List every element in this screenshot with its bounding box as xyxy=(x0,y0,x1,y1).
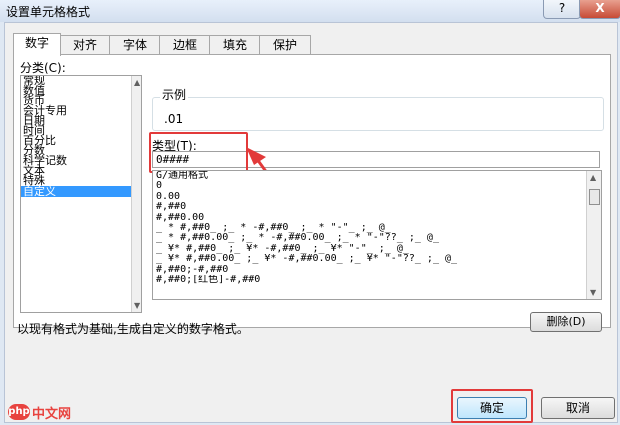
tab-fill[interactable]: 填充 xyxy=(209,35,261,55)
tab-font[interactable]: 字体 xyxy=(109,35,161,55)
description-text: 以现有格式为基础,生成自定义的数字格式。 xyxy=(17,322,249,336)
format-item[interactable]: #,##0;[红色]-#,##0 xyxy=(153,275,601,285)
scroll-down-icon[interactable]: ▼ xyxy=(590,288,596,297)
category-label: 分类(C): xyxy=(20,61,66,75)
scroll-down-icon[interactable]: ▼ xyxy=(134,301,140,310)
scroll-up-icon[interactable]: ▲ xyxy=(134,78,140,87)
tab-protection[interactable]: 保护 xyxy=(259,35,311,55)
number-tab-panel: 分类(C): 常规 数值 货币 会计专用 日期 时间 百分比 分数 科学记数 文… xyxy=(13,54,611,332)
format-item[interactable]: #,##0 xyxy=(153,202,601,212)
tab-alignment[interactable]: 对齐 xyxy=(59,35,111,55)
delete-button[interactable]: 删除(D) xyxy=(530,312,602,332)
php-logo-icon: php xyxy=(8,404,30,420)
format-item[interactable]: _ ¥* #,##0.00_ ;_ ¥* -#,##0.00_ ;_ ¥* "-… xyxy=(153,254,601,264)
sample-frame xyxy=(152,97,604,131)
close-button[interactable]: X xyxy=(579,0,620,19)
help-button[interactable]: ? xyxy=(543,0,581,19)
ok-highlight-box xyxy=(451,389,533,423)
cancel-button[interactable]: 取消 xyxy=(541,397,615,419)
scroll-thumb[interactable] xyxy=(589,189,600,205)
category-item-custom[interactable]: 自定义 xyxy=(21,186,141,197)
format-cells-dialog: 数字 对齐 字体 边框 填充 保护 分类(C): 常规 数值 货币 会计专用 日… xyxy=(4,22,618,423)
format-item[interactable]: 0 xyxy=(153,181,601,191)
type-highlight-box xyxy=(149,132,248,173)
category-scrollbar[interactable]: ▲ ▼ xyxy=(131,76,141,312)
category-list[interactable]: 常规 数值 货币 会计专用 日期 时间 百分比 分数 科学记数 文本 特殊 自定… xyxy=(20,75,142,313)
format-item[interactable]: _ ¥* #,##0_ ;_ ¥* -#,##0_ ;_ ¥* "-"_ ;_ … xyxy=(153,244,601,254)
format-scrollbar[interactable]: ▲ ▼ xyxy=(586,171,601,299)
format-item[interactable]: G/通用格式 xyxy=(153,171,601,181)
format-item[interactable]: _ * #,##0_ ;_ * -#,##0_ ;_ * "-"_ ;_ @_ xyxy=(153,223,601,233)
format-list[interactable]: G/通用格式 0 0.00 #,##0 #,##0.00 _ * #,##0_ … xyxy=(152,170,602,300)
format-item[interactable]: #,##0;-#,##0 xyxy=(153,265,601,275)
title-bar: 设置单元格格式 ? X xyxy=(0,0,620,22)
tab-number[interactable]: 数字 xyxy=(13,33,61,56)
sample-label: 示例 xyxy=(160,86,189,103)
sample-value: .01 xyxy=(164,112,184,126)
format-item[interactable]: _ * #,##0.00_ ;_ * -#,##0.00_ ;_ * "-"??… xyxy=(153,233,601,243)
tab-border[interactable]: 边框 xyxy=(159,35,211,55)
format-item[interactable]: #,##0.00 xyxy=(153,213,601,223)
watermark-text: 中文网 xyxy=(32,407,72,422)
window-title: 设置单元格格式 xyxy=(6,5,91,19)
format-item[interactable]: 0.00 xyxy=(153,192,601,202)
scroll-up-icon[interactable]: ▲ xyxy=(590,173,596,182)
